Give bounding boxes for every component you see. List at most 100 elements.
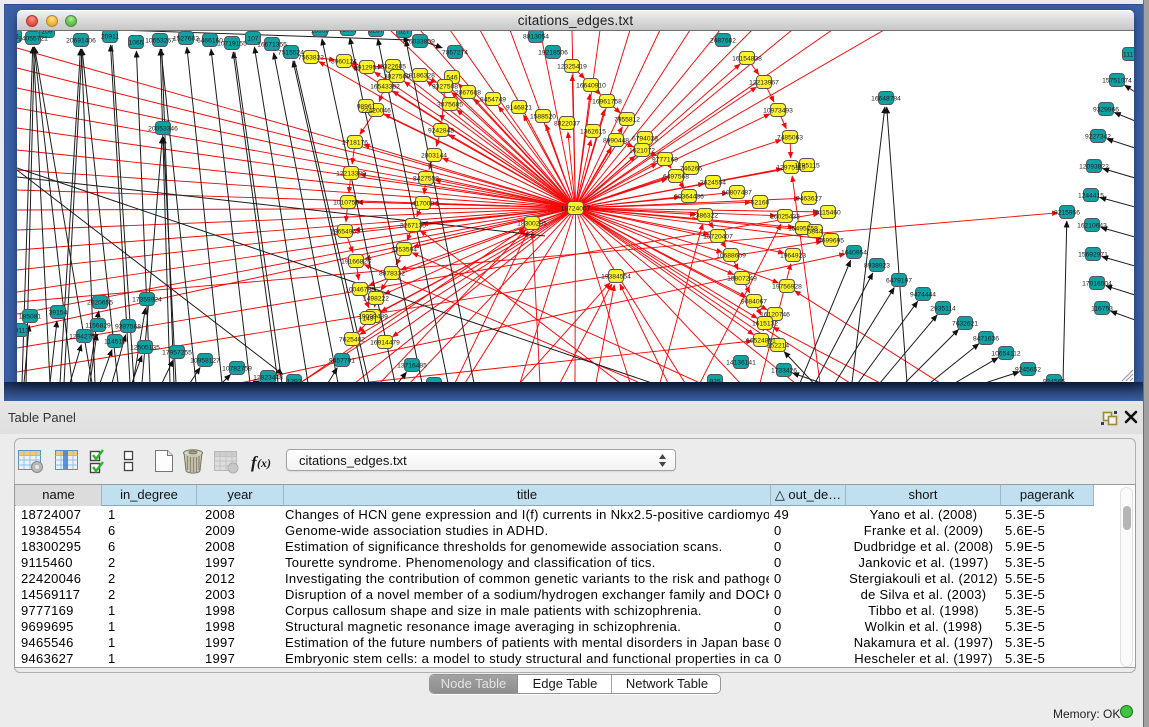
svg-text:20053346: 20053346 bbox=[148, 125, 178, 132]
svg-text:6794028: 6794028 bbox=[632, 135, 658, 142]
svg-text:252214: 252214 bbox=[767, 342, 790, 349]
svg-text:10025433: 10025433 bbox=[770, 213, 800, 220]
svg-text:3624554: 3624554 bbox=[700, 179, 726, 186]
svg-text:12942757: 12942757 bbox=[69, 333, 99, 340]
svg-text:9397568: 9397568 bbox=[115, 323, 141, 330]
svg-text:1156829: 1156829 bbox=[85, 322, 111, 329]
svg-text:2935114: 2935114 bbox=[930, 305, 956, 312]
svg-text:17957255: 17957255 bbox=[162, 349, 192, 356]
svg-text:9245652: 9245652 bbox=[1015, 366, 1041, 373]
svg-text:527: 527 bbox=[398, 31, 409, 35]
svg-text:3875685: 3875685 bbox=[437, 101, 463, 108]
svg-text:8454749: 8454749 bbox=[480, 96, 506, 103]
svg-text:7955812: 7955812 bbox=[614, 116, 640, 123]
svg-text:3267130: 3267130 bbox=[400, 222, 426, 229]
svg-text:19654963: 19654963 bbox=[330, 228, 360, 235]
svg-text:1733426: 1733426 bbox=[771, 367, 797, 374]
svg-text:1615132: 1615132 bbox=[752, 320, 778, 327]
svg-text:10807487: 10807487 bbox=[722, 189, 752, 196]
svg-text:116753: 116753 bbox=[1091, 305, 1113, 312]
svg-text:9457791: 9457791 bbox=[329, 357, 355, 364]
svg-text:16648784: 16648784 bbox=[871, 95, 901, 102]
svg-text:9474444: 9474444 bbox=[910, 291, 936, 298]
svg-text:9329966: 9329966 bbox=[1093, 106, 1119, 113]
svg-text:15751074: 15751074 bbox=[1102, 77, 1132, 84]
svg-text:39154: 39154 bbox=[49, 309, 68, 316]
svg-text:7857274: 7857274 bbox=[442, 49, 468, 56]
svg-text:31065: 31065 bbox=[339, 31, 358, 33]
svg-text:16210643: 16210643 bbox=[1077, 222, 1107, 229]
svg-text:15993: 15993 bbox=[311, 31, 330, 34]
svg-text:17359924: 17359924 bbox=[132, 296, 162, 303]
svg-text:9227342: 9227342 bbox=[1085, 133, 1111, 140]
svg-text:185081: 185081 bbox=[19, 313, 42, 320]
svg-text:16640910: 16640910 bbox=[576, 82, 606, 89]
svg-text:98961: 98961 bbox=[357, 103, 376, 110]
svg-text:1964923: 1964923 bbox=[780, 252, 806, 259]
svg-text:18807249: 18807249 bbox=[727, 275, 757, 282]
svg-text:114519: 114519 bbox=[104, 338, 126, 345]
svg-text:16120746: 16120746 bbox=[760, 311, 790, 318]
svg-text:7485063: 7485063 bbox=[777, 134, 803, 141]
svg-text:9242848: 9242848 bbox=[428, 127, 454, 134]
svg-text:13716485: 13716485 bbox=[397, 362, 427, 369]
svg-text:8878332: 8878332 bbox=[379, 270, 405, 277]
svg-text:2386322: 2386322 bbox=[692, 212, 718, 219]
svg-text:39113: 39113 bbox=[17, 327, 29, 334]
svg-text:149: 149 bbox=[362, 315, 373, 322]
svg-text:10782759: 10782759 bbox=[222, 365, 252, 372]
svg-text:1640954: 1640954 bbox=[841, 249, 867, 256]
svg-text:16154838: 16154838 bbox=[732, 55, 762, 62]
svg-text:20691406: 20691406 bbox=[66, 37, 96, 44]
svg-text:8215956: 8215956 bbox=[1054, 209, 1080, 216]
svg-text:16033809: 16033809 bbox=[405, 38, 435, 45]
svg-text:15692971: 15692971 bbox=[1078, 251, 1108, 258]
svg-text:14136141: 14136141 bbox=[726, 359, 756, 366]
svg-text:1295115: 1295115 bbox=[794, 162, 820, 169]
svg-text:1065: 1065 bbox=[129, 39, 144, 46]
svg-text:9115460: 9115460 bbox=[815, 209, 841, 216]
svg-text:1244415: 1244415 bbox=[1078, 192, 1104, 199]
svg-text:9699695: 9699695 bbox=[818, 237, 844, 244]
svg-text:925: 925 bbox=[709, 378, 720, 382]
svg-text:1353594: 1353594 bbox=[391, 246, 417, 253]
svg-text:16671355: 16671355 bbox=[257, 41, 287, 48]
svg-text:10046788: 10046788 bbox=[345, 286, 375, 293]
svg-text:9463627: 9463627 bbox=[796, 195, 822, 202]
svg-text:1527602: 1527602 bbox=[173, 35, 199, 42]
svg-text:1292: 1292 bbox=[287, 378, 302, 382]
svg-text:18300295: 18300295 bbox=[517, 220, 547, 227]
svg-text:7625402: 7625402 bbox=[339, 336, 365, 343]
svg-text:5844: 5844 bbox=[808, 228, 823, 235]
svg-text:16914479: 16914479 bbox=[370, 339, 400, 346]
svg-text:546: 546 bbox=[446, 74, 457, 81]
svg-text:14055721: 14055721 bbox=[18, 35, 48, 42]
svg-text:19166825: 19166825 bbox=[341, 258, 371, 265]
svg-text:6497568: 6497568 bbox=[663, 173, 689, 180]
svg-text:2867608: 2867608 bbox=[455, 89, 481, 96]
svg-text:3267: 3267 bbox=[369, 31, 384, 34]
svg-text:9084067: 9084067 bbox=[741, 298, 767, 305]
svg-text:6479197: 6479197 bbox=[886, 277, 912, 284]
svg-text:18724007: 18724007 bbox=[561, 205, 591, 212]
svg-text:9777169: 9777169 bbox=[652, 156, 678, 163]
svg-text:8938923: 8938923 bbox=[864, 262, 890, 269]
svg-text:1362615: 1362615 bbox=[580, 128, 606, 135]
svg-text:10958127: 10958127 bbox=[190, 357, 220, 364]
svg-text:7632621: 7632621 bbox=[952, 320, 978, 327]
svg-text:10719155: 10719155 bbox=[217, 40, 247, 47]
svg-text:746266: 746266 bbox=[680, 165, 703, 172]
svg-text:1588520: 1588520 bbox=[530, 113, 556, 120]
svg-text:117: 117 bbox=[429, 381, 440, 382]
svg-text:17016504: 17016504 bbox=[1082, 280, 1112, 287]
svg-text:10107554: 10107554 bbox=[333, 199, 363, 206]
svg-text:209: 209 bbox=[41, 31, 52, 35]
svg-text:8990448: 8990448 bbox=[603, 137, 629, 144]
svg-text:10654112: 10654112 bbox=[991, 350, 1021, 357]
svg-text:7563822: 7563822 bbox=[298, 54, 324, 61]
svg-text:8322037: 8322037 bbox=[554, 120, 580, 127]
svg-text:924565: 924565 bbox=[1043, 378, 1066, 382]
svg-text:2803144: 2803144 bbox=[421, 152, 447, 159]
svg-text:10973493: 10973493 bbox=[763, 107, 793, 114]
svg-text:19384554: 19384554 bbox=[601, 273, 631, 280]
